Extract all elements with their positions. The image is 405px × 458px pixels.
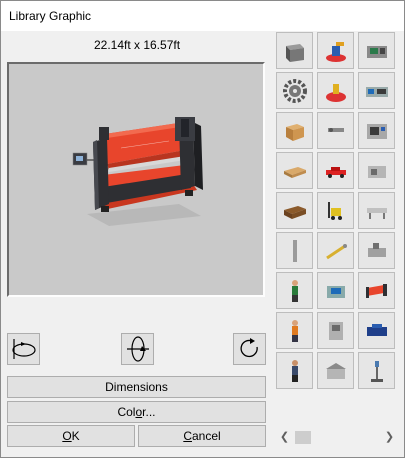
cardboard-box-icon bbox=[285, 123, 304, 141]
gallery-thumb-press-brake[interactable] bbox=[358, 272, 395, 309]
gallery-thumb-pallet-stack[interactable] bbox=[276, 192, 313, 229]
cnc-machine-icon bbox=[366, 45, 387, 58]
gallery-thumb-grey-machine[interactable] bbox=[358, 152, 395, 189]
scale-icon bbox=[370, 360, 383, 382]
scroll-left-icon[interactable]: ❮ bbox=[276, 429, 293, 446]
scroll-right-icon[interactable]: ❯ bbox=[381, 429, 398, 446]
scrollbar-thumb[interactable] bbox=[295, 431, 311, 444]
gallery-thumb-press[interactable] bbox=[317, 272, 354, 309]
pallet-stack-icon bbox=[283, 205, 306, 219]
rotate-circle-icon bbox=[240, 338, 258, 358]
press-brake-preview bbox=[72, 117, 203, 226]
small-part-icon bbox=[327, 127, 344, 132]
gallery-thumb-red-robot[interactable] bbox=[317, 72, 354, 109]
gallery-thumb-gear[interactable] bbox=[276, 72, 313, 109]
gallery-thumb-milling[interactable] bbox=[358, 232, 395, 269]
cabinet-machine-icon bbox=[328, 321, 343, 340]
gallery-thumb-pallet[interactable] bbox=[276, 152, 313, 189]
gallery-thumb-worker[interactable] bbox=[276, 272, 313, 309]
column-icon bbox=[292, 239, 297, 262]
robot-arm-icon bbox=[325, 41, 346, 62]
ok-button[interactable]: OK bbox=[7, 425, 135, 447]
gallery-thumb-person[interactable] bbox=[276, 352, 313, 389]
gallery-thumb-forklift[interactable] bbox=[317, 192, 354, 229]
gallery-scrollbar[interactable]: ❮ ❯ bbox=[276, 429, 398, 446]
blue-machine-icon bbox=[366, 323, 387, 336]
red-robot-icon bbox=[325, 83, 346, 102]
gallery-thumb-robot-arm[interactable] bbox=[317, 32, 354, 69]
tool-arm-icon bbox=[325, 243, 347, 259]
gallery-thumb-cube[interactable] bbox=[276, 32, 313, 69]
gallery-thumb-cabinet[interactable] bbox=[317, 312, 354, 349]
gallery-thumb-column[interactable] bbox=[276, 232, 313, 269]
gallery-thumb-box[interactable] bbox=[276, 112, 313, 149]
machining-center-icon bbox=[366, 123, 387, 139]
dimensions-button[interactable]: Dimensions bbox=[7, 376, 266, 398]
title-bar: Library Graphic bbox=[1, 1, 404, 31]
gallery-thumb-worker-orange[interactable] bbox=[276, 312, 313, 349]
lathe-icon bbox=[365, 86, 388, 97]
graphic-dimensions: 22.14ft x 16.57ft bbox=[93, 38, 181, 52]
library-graphic-dialog: Library Graphic 22.14ft x 16.57ft Dimens… bbox=[0, 0, 405, 458]
gallery-thumb-tool-arm[interactable] bbox=[317, 232, 354, 269]
gallery-thumb-lathe[interactable] bbox=[358, 72, 395, 109]
press-brake-icon bbox=[365, 283, 387, 298]
gallery-thumb-red-car[interactable] bbox=[317, 152, 354, 189]
warehouse-icon bbox=[325, 362, 346, 379]
worker-icon bbox=[291, 279, 298, 302]
rotate-horizontal-icon bbox=[11, 339, 36, 359]
rotate-vertical-icon bbox=[126, 336, 149, 362]
gallery-thumb-blue-machine[interactable] bbox=[358, 312, 395, 349]
rotate-in-plane-button[interactable] bbox=[233, 333, 266, 365]
window-title: Library Graphic bbox=[9, 9, 92, 23]
gallery-thumb-machining-center[interactable] bbox=[358, 112, 395, 149]
worker-orange-icon bbox=[291, 319, 298, 342]
rotate-vertical-button[interactable] bbox=[121, 333, 154, 365]
conveyor-icon bbox=[366, 207, 387, 219]
gallery-thumb-cnc[interactable] bbox=[358, 32, 395, 69]
gallery-thumb-warehouse[interactable] bbox=[317, 352, 354, 389]
gallery-thumb-conveyor[interactable] bbox=[358, 192, 395, 229]
gear-icon bbox=[282, 78, 307, 103]
grey-machine-icon bbox=[367, 165, 386, 178]
color-button[interactable]: Color... bbox=[7, 401, 266, 423]
rotate-horizontal-button[interactable] bbox=[7, 333, 40, 365]
milling-machine-icon bbox=[367, 242, 386, 257]
person-icon bbox=[291, 359, 298, 382]
red-car-icon bbox=[325, 166, 346, 178]
gallery-thumb-small-part[interactable] bbox=[317, 112, 354, 149]
cube-icon bbox=[285, 43, 304, 62]
gallery-thumb-scale[interactable] bbox=[358, 352, 395, 389]
wooden-pallet-icon bbox=[283, 166, 306, 178]
graphic-gallery bbox=[276, 32, 398, 427]
cancel-button[interactable]: Cancel bbox=[138, 425, 266, 447]
press-icon bbox=[326, 285, 345, 298]
graphic-preview[interactable] bbox=[7, 62, 265, 297]
forklift-icon bbox=[327, 201, 342, 220]
